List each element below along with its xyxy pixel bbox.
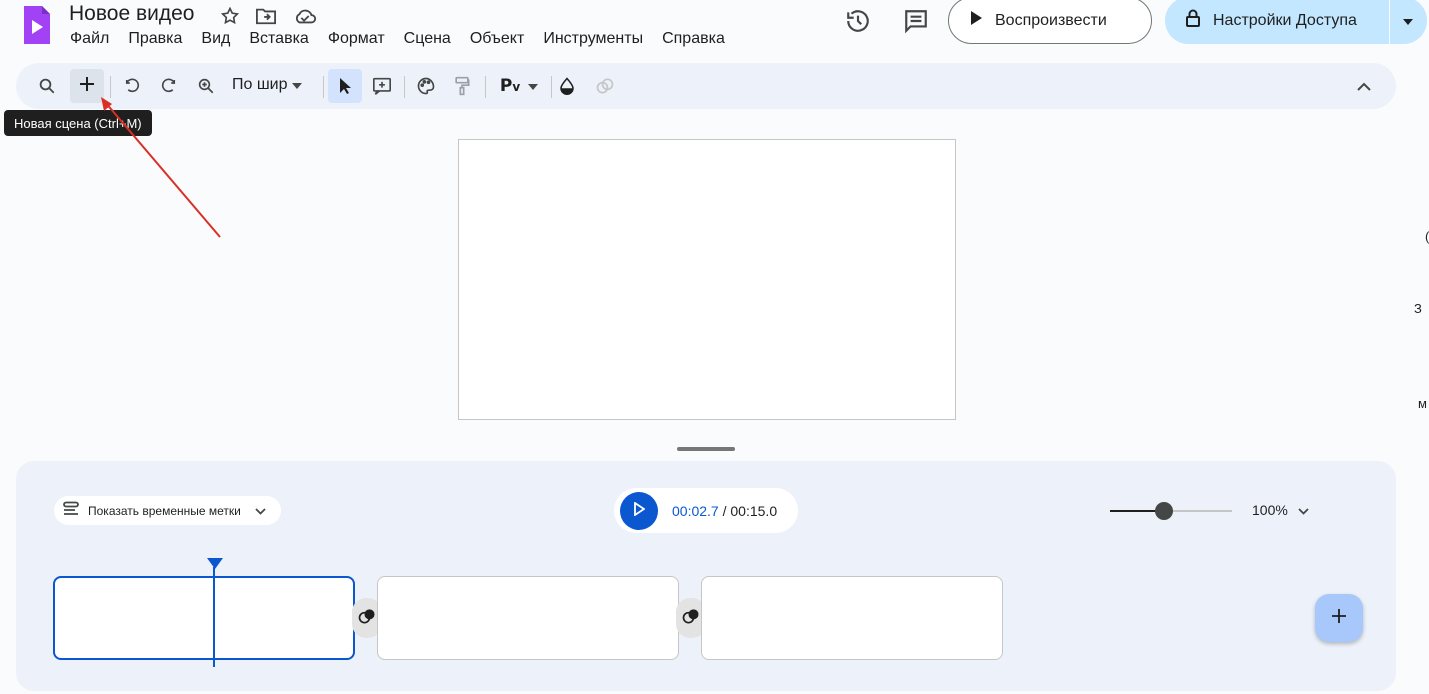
play-icon (969, 10, 983, 31)
app-logo[interactable] (22, 4, 52, 46)
timeline-zoom-select[interactable]: 100% (1252, 502, 1309, 518)
toolbar-divider (485, 76, 486, 98)
theme-palette-icon[interactable] (409, 69, 443, 103)
cloud-saved-icon[interactable] (293, 4, 317, 28)
share-main[interactable]: Настройки Доступа (1165, 0, 1390, 44)
current-time: 00:02.7 (672, 502, 719, 519)
play-presentation-button[interactable]: Воспроизвести (948, 0, 1152, 44)
play-icon (633, 501, 646, 519)
play-presentation-label: Воспроизвести (995, 11, 1107, 29)
add-scene-button[interactable] (1315, 594, 1363, 642)
search-menus-icon[interactable] (30, 69, 64, 103)
chevron-down-icon (255, 504, 266, 518)
transition-icon (681, 606, 701, 631)
side-panel-fragment: ( (1425, 229, 1429, 244)
timestamps-icon (62, 501, 80, 520)
scene-canvas[interactable] (458, 139, 956, 420)
share-dropdown[interactable] (1390, 12, 1426, 30)
menu-object[interactable]: Объект (470, 30, 524, 48)
comments-icon[interactable] (898, 3, 934, 39)
plus-icon (1331, 608, 1347, 629)
font-select[interactable]: Pv (494, 69, 544, 103)
caret-down-icon (291, 76, 302, 94)
timeline-resize-handle[interactable] (677, 447, 735, 451)
scene-thumbnail-2[interactable] (377, 576, 679, 660)
scene-thumbnail-3[interactable] (701, 576, 1003, 660)
time-readout: 00:02.7 / 00:15.0 (672, 503, 777, 519)
share-label: Настройки Доступа (1213, 11, 1357, 29)
select-tool-icon[interactable] (328, 69, 362, 103)
side-panel-fragment: З (1414, 301, 1422, 316)
menu-format[interactable]: Формат (328, 30, 385, 48)
timeline-zoom-value: 100% (1252, 502, 1288, 518)
menu-file[interactable]: Файл (70, 30, 109, 48)
menu-edit[interactable]: Правка (128, 30, 182, 48)
plus-icon (79, 76, 95, 97)
total-time: 00:15.0 (730, 502, 778, 519)
menu-view[interactable]: Вид (201, 30, 230, 48)
menu-tools[interactable]: Инструменты (543, 30, 643, 48)
caret-down-icon (528, 77, 539, 95)
collapse-toolbar-icon[interactable] (1347, 69, 1381, 103)
timeline-player: 00:02.7 / 00:15.0 (614, 488, 798, 533)
scene-thumbnail-1[interactable] (53, 576, 355, 660)
menu-help[interactable]: Справка (662, 30, 725, 48)
paint-format-icon[interactable] (445, 69, 479, 103)
transition-icon[interactable] (588, 69, 622, 103)
playhead-handle[interactable] (207, 558, 223, 569)
show-timestamps-button[interactable]: Показать временные метки (54, 496, 281, 525)
zoom-slider-thumb[interactable] (1155, 502, 1173, 520)
side-panel-fragment: м (1418, 396, 1427, 411)
move-folder-icon[interactable] (254, 4, 278, 28)
chevron-down-icon (1298, 502, 1309, 518)
playhead-line[interactable] (213, 567, 215, 667)
fill-color-icon[interactable] (550, 69, 584, 103)
menu-scene[interactable]: Сцена (404, 30, 451, 48)
text-box-icon[interactable] (365, 69, 399, 103)
lock-icon (1185, 9, 1201, 32)
annotation-arrow-icon (101, 97, 221, 238)
zoom-select[interactable]: По шир (232, 76, 302, 94)
share-button[interactable]: Настройки Доступа (1165, 0, 1427, 44)
transition-icon (357, 606, 377, 631)
zoom-select-value: По шир (232, 76, 288, 93)
menu-insert[interactable]: Вставка (249, 30, 308, 48)
timeline-play-button[interactable] (620, 491, 658, 530)
star-icon[interactable] (218, 4, 242, 28)
font-icon: Pv (499, 76, 521, 96)
time-separator: / (718, 502, 731, 519)
show-timestamps-label: Показать временные метки (88, 503, 241, 518)
document-title[interactable]: Новое видео (69, 2, 194, 26)
history-icon[interactable] (840, 3, 876, 39)
caret-down-icon (1403, 12, 1413, 30)
menu-bar: Файл Правка Вид Вставка Формат Сцена Объ… (70, 30, 744, 48)
toolbar-divider (404, 76, 405, 98)
toolbar-divider (323, 76, 324, 98)
